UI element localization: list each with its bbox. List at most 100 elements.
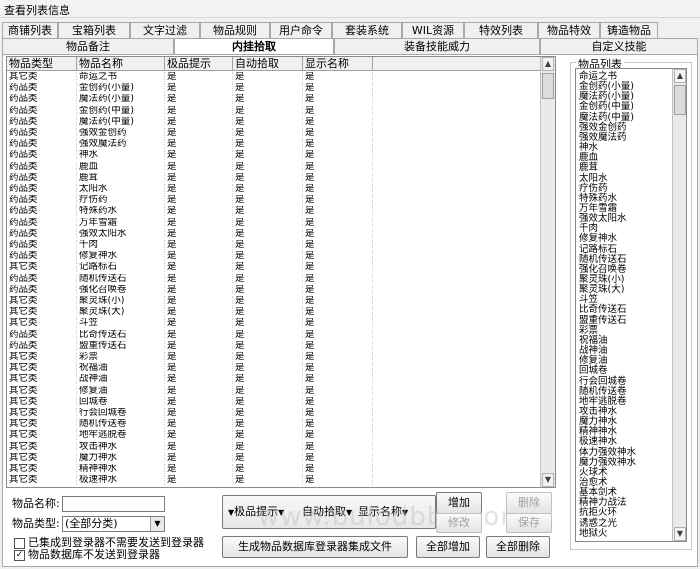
list-item[interactable]: 千肉 (579, 224, 598, 234)
list-item[interactable]: 战神油 (579, 346, 608, 356)
tab-row2-2[interactable]: 内挂拾取 (174, 38, 334, 55)
scroll-up-icon[interactable]: ▲ (542, 57, 554, 71)
list-item[interactable]: 盟重传送石 (579, 315, 627, 325)
column-header[interactable]: 物品名称 (77, 57, 165, 70)
delete-all-button[interactable]: 全部删除 (486, 536, 550, 558)
list-item[interactable]: 强效太阳水 (579, 214, 627, 224)
table-row[interactable]: 其它类 聚灵珠(大) 是是是 (7, 307, 542, 317)
generate-db-button[interactable]: 生成物品数据库登录器集成文件 (222, 536, 408, 558)
table-row[interactable]: 药品类 鹿血是是是 (7, 161, 542, 172)
list-item[interactable]: 万年雪霜 (579, 204, 617, 214)
table-row[interactable]: 药品类 金创药(中量) 是是是 (7, 105, 542, 116)
list-item[interactable]: 聚灵珠(大) (579, 285, 624, 295)
table-row[interactable]: 药品类 强化召唤卷是是是 (7, 284, 542, 295)
table-row[interactable]: 药品类 疗伤药是是是 (7, 195, 542, 205)
list-item[interactable]: 鹿茸 (579, 163, 598, 173)
table-row[interactable]: 其它类 精神神水是是是 (7, 464, 542, 474)
table-row[interactable]: 药品类 强效金创药是是是 (7, 128, 542, 138)
grid-scrollbar[interactable]: ▲ ▼ (540, 57, 555, 487)
list-item[interactable]: 彩票 (579, 326, 598, 336)
table-row[interactable]: 其它类 地牢逃脱卷是是是 (7, 430, 542, 440)
chevron-down-icon[interactable]: ▼ (150, 517, 164, 531)
list-item[interactable]: 地狱火 (579, 529, 608, 539)
list-item[interactable]: 极速神水 (579, 437, 617, 447)
item-name-input[interactable] (62, 496, 165, 512)
table-row[interactable]: 药品类 特殊药水是是是 (7, 206, 542, 216)
scroll-down-icon[interactable]: ▼ (674, 527, 686, 541)
list-item[interactable]: 强效金创药 (579, 123, 627, 133)
list-item[interactable]: 强化召唤卷 (579, 265, 627, 275)
scroll-thumb[interactable] (674, 85, 686, 115)
table-row[interactable]: 药品类 太阳水是是是 (7, 184, 542, 194)
column-header[interactable]: 极品提示 (165, 57, 233, 70)
scroll-up-icon[interactable]: ▲ (674, 69, 686, 83)
tab-9[interactable]: 物品特效 (538, 22, 600, 39)
table-row[interactable]: 药品类 千肉是是是 (7, 240, 542, 250)
table-row[interactable]: 药品类 神水是是是 (7, 150, 542, 160)
table-row[interactable]: 其它类 行会回城卷是是是 (7, 408, 542, 418)
add-button[interactable]: 增加 (436, 492, 482, 514)
table-row[interactable]: 其它类 记路标石是是是 (7, 262, 542, 272)
list-item[interactable]: 回城卷 (579, 366, 608, 376)
list-item[interactable]: 比奇传送石 (579, 305, 627, 315)
list-item[interactable]: 特殊药水 (579, 194, 617, 204)
table-row[interactable]: 药品类 魔法药(中量) 是是是 (7, 116, 542, 127)
list-item[interactable]: 鹿血 (579, 153, 598, 163)
tab-row2-1[interactable]: 物品备注 (2, 38, 174, 55)
column-header[interactable]: 自动拾取 (233, 57, 303, 70)
tab-row2-4[interactable]: 自定义技能 (540, 38, 698, 55)
scroll-down-icon[interactable]: ▼ (542, 473, 554, 487)
table-row[interactable]: 药品类 修复神水是是是 (7, 251, 542, 261)
column-header[interactable]: 物品类型 (7, 57, 77, 70)
table-row[interactable]: 其它类 魔力神水是是是 (7, 452, 542, 463)
tab-1[interactable]: 商铺列表 (2, 22, 58, 39)
save-button[interactable]: 保存 (506, 513, 552, 533)
list-item[interactable]: 魔力神水 (579, 417, 617, 427)
list-item[interactable]: 祝福油 (579, 336, 608, 346)
list-item[interactable]: 攻击神水 (579, 407, 617, 417)
list-item[interactable]: 治愈术 (579, 478, 608, 488)
table-row[interactable]: 药品类 强效太阳水是是是 (7, 228, 542, 239)
list-item[interactable]: 随机传送石 (579, 254, 627, 264)
column-header[interactable]: 显示名称 (303, 57, 373, 70)
table-row[interactable]: 药品类 金创药(小量) 是是是 (7, 83, 542, 93)
tab-3[interactable]: 文字过滤 (130, 22, 200, 39)
list-item[interactable]: 金创药(小量) (579, 82, 634, 92)
tab-4[interactable]: 物品规则 (200, 22, 270, 39)
item-list-box[interactable]: 命运之书 金创药(小量) 魔法药(小量) 金创药(中量) 魔法药(中量) 强效金创药 强效魔… (575, 68, 687, 542)
list-item[interactable]: 金创药(中量) (579, 102, 634, 112)
list-item[interactable]: 诱惑之光 (579, 518, 617, 528)
table-row[interactable]: 其它类 命运之书是是是 (7, 72, 542, 82)
delete-button[interactable]: 删除 (506, 492, 552, 514)
tab-7[interactable]: WIL资源 (402, 22, 464, 39)
no-send-checkbox[interactable] (14, 538, 25, 549)
table-row[interactable]: 药品类 魔法药(小量) 是是是 (7, 94, 542, 104)
table-row[interactable]: 药品类 比奇传送石是是是 (7, 329, 542, 340)
table-row[interactable]: 其它类 彩票是是是 (7, 352, 542, 362)
tab-2[interactable]: 宝箱列表 (58, 22, 130, 39)
table-row[interactable]: 药品类 随机传送石是是是 (7, 273, 542, 284)
list-item[interactable]: 基本剑术 (579, 488, 617, 498)
table-row[interactable]: 其它类 极速神水是是是 (7, 475, 542, 485)
list-scrollbar[interactable]: ▲ ▼ (672, 69, 686, 541)
table-row[interactable]: 其它类 攻击神水是是是 (7, 441, 542, 452)
scroll-thumb[interactable] (542, 73, 554, 99)
item-type-select[interactable]: (全部分类) ▼ (62, 516, 165, 532)
items-grid[interactable]: 物品类型 物品名称 极品提示 自动拾取 显示名称 其它类 命运之书是是是药品类 金创… (6, 56, 556, 488)
tab-5[interactable]: 用户命令 (270, 22, 332, 39)
table-row[interactable]: 其它类 随机传送卷是是是 (7, 419, 542, 429)
table-row[interactable]: 药品类 鹿茸是是是 (7, 172, 542, 183)
list-item[interactable]: 行会回城卷 (579, 376, 627, 386)
list-item[interactable]: 记路标石 (579, 244, 617, 254)
table-row[interactable]: 其它类 修复油是是是 (7, 385, 542, 396)
table-row[interactable]: 其它类 回城卷是是是 (7, 396, 542, 407)
table-row[interactable]: 其它类 祝福油是是是 (7, 363, 542, 373)
table-row[interactable]: 其它类 斗笠是是是 (7, 318, 542, 328)
list-item[interactable]: 精神力战法 (579, 498, 627, 508)
list-item[interactable]: 随机传送卷 (579, 386, 627, 396)
table-row[interactable]: 其它类 聚灵珠(小) 是是是 (7, 296, 542, 306)
db-no-send-checkbox[interactable]: ✓ (14, 550, 25, 561)
table-row[interactable]: 药品类 盟重传送石是是是 (7, 340, 542, 351)
table-row[interactable]: 药品类 强效魔法药是是是 (7, 139, 542, 149)
tab-6[interactable]: 套装系统 (332, 22, 402, 39)
